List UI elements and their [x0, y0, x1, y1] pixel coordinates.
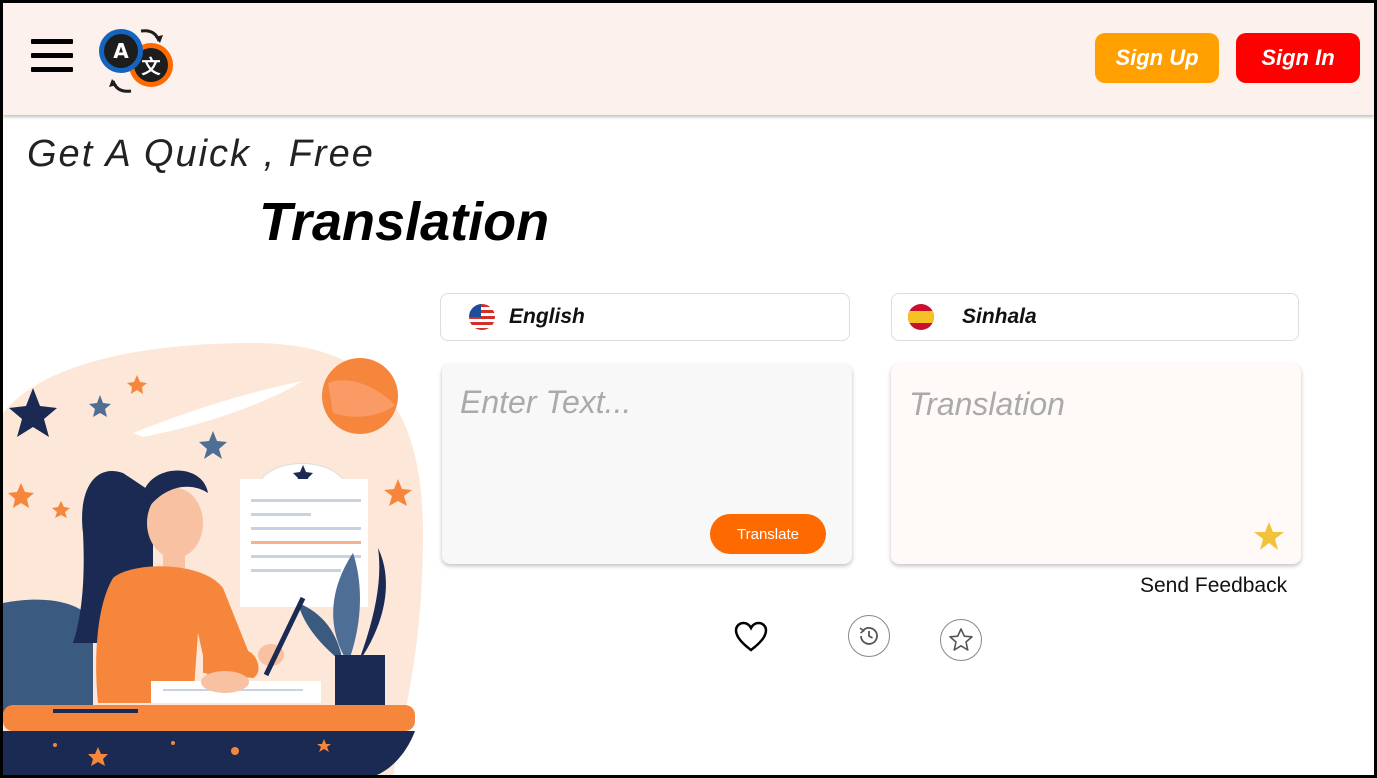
history-icon[interactable] — [848, 615, 890, 657]
saved-star-icon[interactable] — [940, 619, 982, 661]
send-feedback-link[interactable]: Send Feedback — [1140, 574, 1287, 598]
translation-output-panel: Translation — [891, 364, 1301, 564]
source-language-select[interactable]: English — [440, 293, 850, 341]
sign-up-button[interactable]: Sign Up — [1095, 33, 1219, 83]
target-language-label: Sinhala — [962, 305, 1037, 328]
hero-tagline: Get A Quick , Free — [27, 133, 375, 175]
translator-illustration — [3, 333, 433, 775]
translate-logo-icon[interactable]: 文 A — [95, 25, 177, 97]
header-bar: 文 A Sign Up Sign In — [3, 3, 1374, 115]
translation-output: Translation — [909, 386, 1065, 422]
app-frame: 文 A Sign Up Sign In Get A Quick , Free T… — [0, 0, 1377, 778]
hamburger-menu-icon[interactable] — [31, 39, 73, 73]
source-text-panel: Translate — [442, 364, 852, 564]
target-language-select[interactable]: Sinhala — [891, 293, 1299, 341]
source-language-label: English — [509, 305, 585, 328]
hero-headline: Translation — [259, 192, 550, 252]
heart-icon[interactable] — [734, 621, 768, 653]
svg-text:A: A — [113, 39, 129, 63]
source-text-input[interactable] — [460, 384, 830, 504]
translate-button[interactable]: Translate — [710, 514, 826, 554]
spain-flag-icon — [908, 304, 934, 330]
sign-in-button[interactable]: Sign In — [1236, 33, 1360, 83]
star-icon[interactable] — [1253, 520, 1285, 552]
svg-text:文: 文 — [141, 55, 161, 78]
us-flag-icon — [469, 304, 495, 330]
